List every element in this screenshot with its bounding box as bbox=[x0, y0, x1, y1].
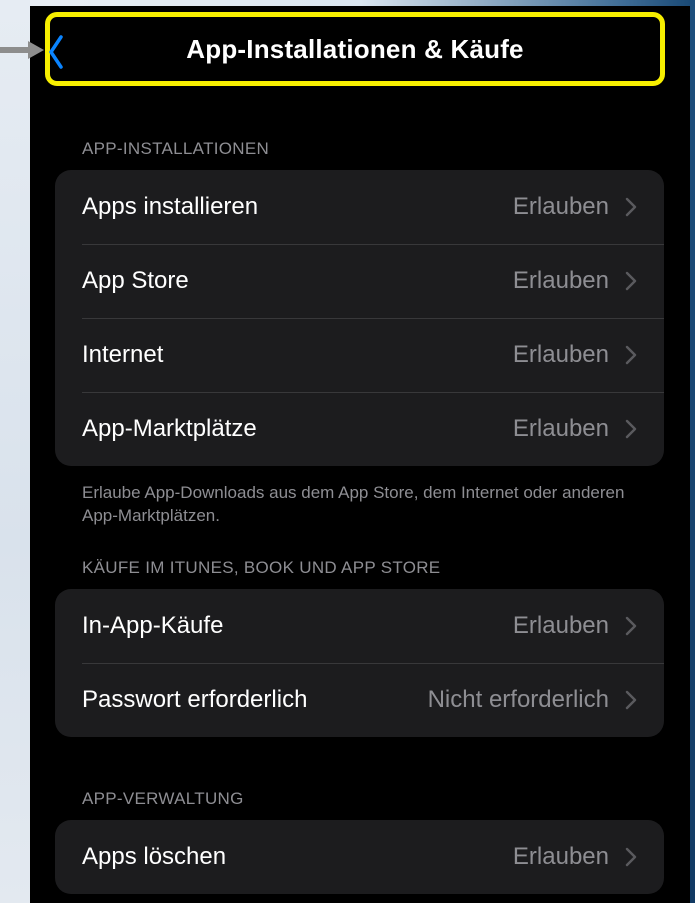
row-passwort-erforderlich[interactable]: Passwort erforderlich Nicht erforderlich bbox=[55, 663, 664, 737]
row-value: Nicht erforderlich bbox=[427, 686, 609, 713]
section-header-app-installations: APP-INSTALLATIONEN bbox=[82, 139, 270, 158]
chevron-right-icon bbox=[625, 690, 637, 710]
annotation-arrow-icon bbox=[0, 41, 44, 59]
settings-screen: App-Installationen & Käufe APP-INSTALLAT… bbox=[30, 6, 690, 903]
row-label: Apps löschen bbox=[82, 843, 227, 870]
background-edge bbox=[690, 0, 695, 903]
chevron-right-icon bbox=[625, 616, 637, 636]
chevron-right-icon bbox=[625, 271, 637, 291]
chevron-right-icon bbox=[625, 419, 637, 439]
section-footer-note: Erlaube App-Downloads aus dem App Store,… bbox=[82, 483, 625, 525]
highlighted-title-bar: App-Installationen & Käufe bbox=[45, 12, 665, 86]
row-app-store[interactable]: App Store Erlauben bbox=[55, 244, 664, 318]
page-title: App-Installationen & Käufe bbox=[186, 33, 524, 64]
row-value: Erlauben bbox=[512, 267, 609, 294]
row-label: Internet bbox=[82, 341, 164, 368]
row-label: App Store bbox=[82, 267, 189, 294]
back-button[interactable] bbox=[46, 32, 66, 72]
row-label: App-Marktplätze bbox=[82, 415, 257, 442]
row-in-app-kaeufe[interactable]: In-App-Käufe Erlauben bbox=[55, 589, 664, 663]
section-header-purchases: KÄUFE IM ITUNES, BOOK UND APP STORE bbox=[82, 558, 441, 577]
group-app-management: Apps löschen Erlauben bbox=[55, 820, 664, 894]
row-value: Erlauben bbox=[512, 193, 609, 220]
row-value: Erlauben bbox=[512, 341, 609, 368]
chevron-right-icon bbox=[625, 847, 637, 867]
group-purchases: In-App-Käufe Erlauben Passwort erforderl… bbox=[55, 589, 664, 737]
group-app-installations: Apps installieren Erlauben App Store Erl… bbox=[55, 170, 664, 466]
row-apps-installieren[interactable]: Apps installieren Erlauben bbox=[55, 170, 664, 244]
row-apps-loeschen[interactable]: Apps löschen Erlauben bbox=[55, 820, 664, 894]
section-header-app-management: APP-VERWALTUNG bbox=[82, 789, 244, 808]
chevron-right-icon bbox=[625, 345, 637, 365]
row-internet[interactable]: Internet Erlauben bbox=[55, 318, 664, 392]
row-label: In-App-Käufe bbox=[82, 612, 224, 639]
row-value: Erlauben bbox=[512, 843, 609, 870]
row-value: Erlauben bbox=[512, 612, 609, 639]
row-label: Apps installieren bbox=[82, 193, 259, 220]
background-margin bbox=[0, 0, 30, 903]
row-value: Erlauben bbox=[512, 415, 609, 442]
chevron-left-icon bbox=[49, 35, 63, 69]
chevron-right-icon bbox=[625, 197, 637, 217]
row-label: Passwort erforderlich bbox=[82, 686, 308, 713]
row-app-marktplaetze[interactable]: App-Marktplätze Erlauben bbox=[55, 392, 664, 466]
